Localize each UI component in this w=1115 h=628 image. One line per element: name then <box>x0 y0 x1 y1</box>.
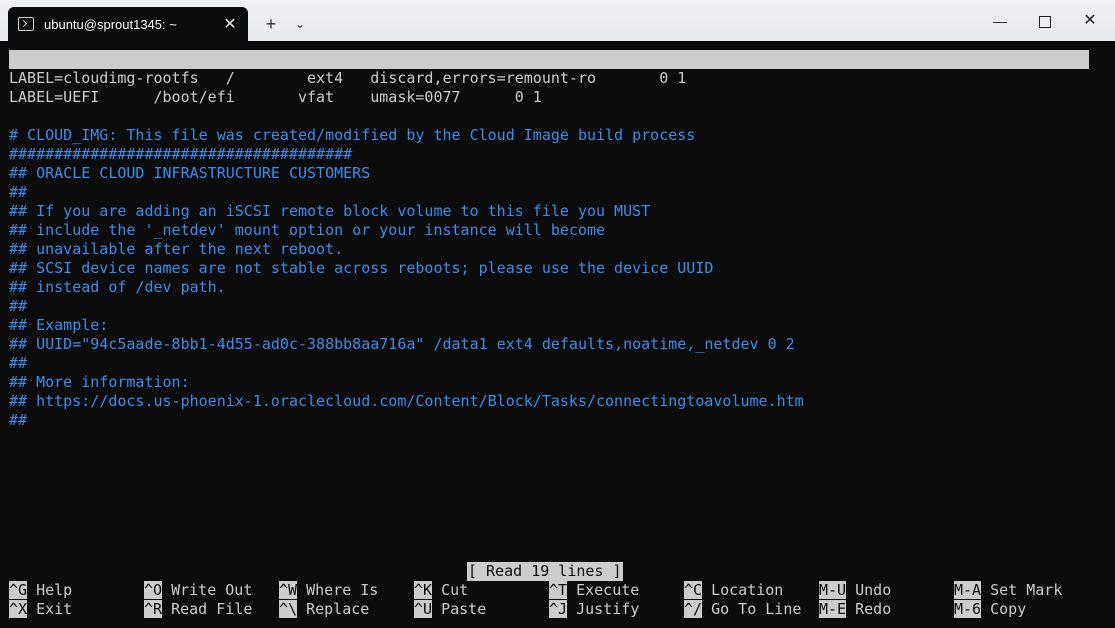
shortcut-label: Set Mark <box>981 581 1063 599</box>
maximize-button[interactable] <box>1022 10 1068 34</box>
shortcut-key: ^O <box>144 581 163 599</box>
close-window-button[interactable]: ✕ <box>1067 10 1113 34</box>
editor-line: ## unavailable after the next reboot. <box>9 240 344 258</box>
shortcut-label: Execute <box>567 581 640 599</box>
shortcut-key: ^\ <box>279 600 298 618</box>
shortcut-label: Where Is <box>297 581 379 599</box>
editor-line: ## include the '_netdev' mount option or… <box>9 221 606 239</box>
shortcut-key: ^T <box>549 581 568 599</box>
shortcut-key: M-E <box>819 600 847 618</box>
editor-line: ## SCSI device names are not stable acro… <box>9 259 714 277</box>
shortcut-label: Copy <box>981 600 1027 618</box>
shortcut-label: Replace <box>297 600 370 618</box>
editor-line: ## <box>9 297 28 315</box>
shortcut-label: Write Out <box>162 581 253 599</box>
shortcut-key: ^/ <box>684 600 703 618</box>
shortcut-label: Redo <box>846 600 892 618</box>
editor-line: ###################################### <box>9 145 353 163</box>
editor-line: ## <box>9 183 28 201</box>
shortcut-item[interactable]: ^T Execute <box>549 581 639 600</box>
maximize-icon <box>1039 16 1051 29</box>
shortcut-label: Location <box>702 581 784 599</box>
terminal-icon <box>18 17 34 31</box>
shortcut-item[interactable]: M-U Undo <box>819 581 891 600</box>
shortcut-label: Paste <box>432 600 487 618</box>
shortcut-key: ^U <box>414 600 433 618</box>
shortcut-item[interactable]: ^R Read File <box>144 600 252 619</box>
shortcut-key: ^K <box>414 581 433 599</box>
tab-close-icon[interactable]: ✕ <box>216 14 244 34</box>
shortcut-item[interactable]: M-E Redo <box>819 600 891 619</box>
shortcut-key: M-6 <box>954 600 982 618</box>
shortcut-key: ^X <box>9 600 28 618</box>
editor-line: # CLOUD_IMG: This file was created/modif… <box>9 126 696 144</box>
shortcut-key: ^J <box>549 600 568 618</box>
shortcut-key: M-U <box>819 581 847 599</box>
shortcut-item[interactable]: ^U Paste <box>414 600 486 619</box>
shortcut-label: Read File <box>162 600 253 618</box>
editor-line: ## UUID="94c5aade-8bb1-4d55-ad0c-388bb8a… <box>9 335 795 353</box>
shortcut-item[interactable]: M-6 Copy <box>954 600 1026 619</box>
editor-line: ## If you are adding an iSCSI remote blo… <box>9 202 651 220</box>
shortcut-item[interactable]: ^\ Replace <box>279 600 369 619</box>
shortcut-item[interactable]: M-A Set Mark <box>954 581 1062 600</box>
shortcut-item[interactable]: ^G Help <box>9 581 72 600</box>
editor-line: ## <box>9 411 28 429</box>
shortcut-item[interactable]: ^C Location <box>684 581 783 600</box>
shortcut-key: ^W <box>279 581 298 599</box>
terminal-content[interactable]: GNU nano 6.2 /etc/fstab LABEL=cloudimg-r… <box>0 41 1115 628</box>
tab-title: ubuntu@sprout1345: ~ <box>44 16 177 32</box>
shortcut-key: ^C <box>684 581 703 599</box>
editor-line: LABEL=cloudimg-rootfs / ext4 discard,err… <box>9 69 687 87</box>
shortcut-item[interactable]: ^O Write Out <box>144 581 252 600</box>
shortcut-key: ^R <box>144 600 163 618</box>
editor-line: ## Example: <box>9 316 109 334</box>
shortcut-label: Help <box>27 581 73 599</box>
chevron-down-icon[interactable]: ⌄ <box>288 13 312 35</box>
shortcut-item[interactable]: ^/ Go To Line <box>684 600 801 619</box>
shortcut-label: Undo <box>846 581 892 599</box>
shortcut-item[interactable]: ^J Justify <box>549 600 639 619</box>
editor-line: ## ORACLE CLOUD INFRASTRUCTURE CUSTOMERS <box>9 164 371 182</box>
editor-line: ## https://docs.us-phoenix-1.oraclecloud… <box>9 392 804 410</box>
shortcut-label: Exit <box>27 600 73 618</box>
new-tab-button[interactable]: + <box>259 13 283 35</box>
shortcut-key: ^G <box>9 581 28 599</box>
editor-line: ## <box>9 354 28 372</box>
shortcut-label: Justify <box>567 600 640 618</box>
terminal-tab[interactable]: ubuntu@sprout1345: ~ ✕ <box>8 7 248 41</box>
shortcut-label: Go To Line <box>702 600 802 618</box>
shortcut-key: M-A <box>954 581 982 599</box>
shortcut-label: Cut <box>432 581 469 599</box>
editor-line: LABEL=UEFI /boot/efi vfat umask=0077 0 1 <box>9 88 542 106</box>
shortcut-item[interactable]: ^X Exit <box>9 600 72 619</box>
shortcut-item[interactable]: ^K Cut <box>414 581 468 600</box>
shortcut-item[interactable]: ^W Where Is <box>279 581 378 600</box>
editor-line: ## More information: <box>9 373 190 391</box>
minimize-button[interactable]: — <box>977 10 1023 34</box>
nano-header: GNU nano 6.2 /etc/fstab <box>9 50 1089 106</box>
editor-line: ## instead of /dev path. <box>9 278 226 296</box>
status-message: [ Read 19 lines ] <box>467 562 623 581</box>
